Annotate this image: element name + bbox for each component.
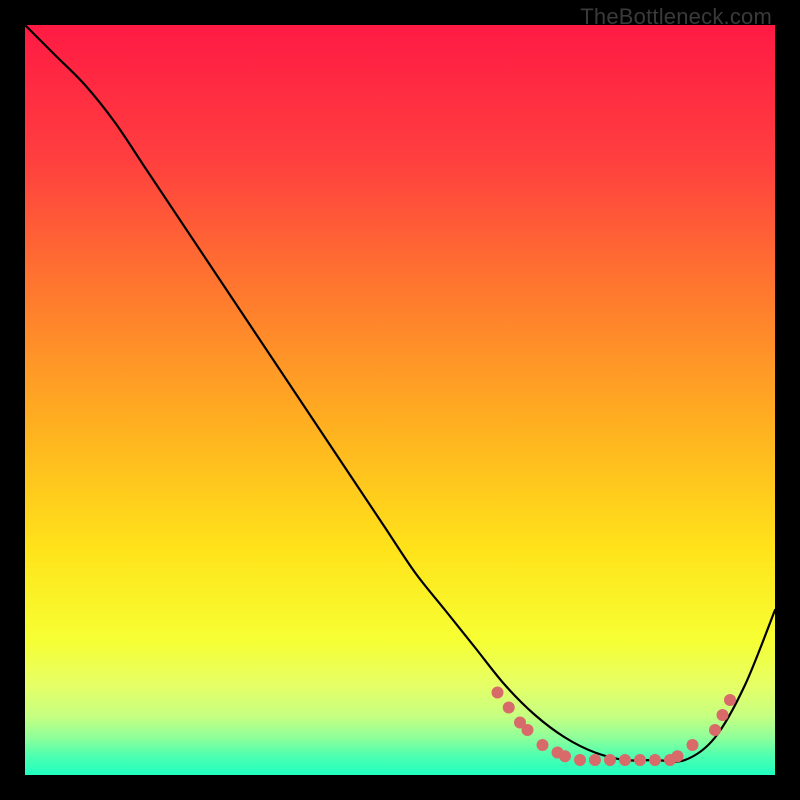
marker-dot: [619, 754, 631, 766]
marker-dot: [649, 754, 661, 766]
chart-area: [25, 25, 775, 775]
marker-dot: [687, 739, 699, 751]
marker-dot: [537, 739, 549, 751]
marker-dot: [574, 754, 586, 766]
chart-marker-dots: [25, 25, 775, 775]
marker-dot: [522, 724, 534, 736]
marker-dot: [717, 709, 729, 721]
marker-dot: [492, 687, 504, 699]
marker-dot: [589, 754, 601, 766]
marker-dot: [672, 750, 684, 762]
marker-dot: [709, 724, 721, 736]
marker-dot: [559, 750, 571, 762]
marker-dot: [724, 694, 736, 706]
marker-dot: [604, 754, 616, 766]
marker-dot: [503, 702, 515, 714]
marker-dot: [634, 754, 646, 766]
